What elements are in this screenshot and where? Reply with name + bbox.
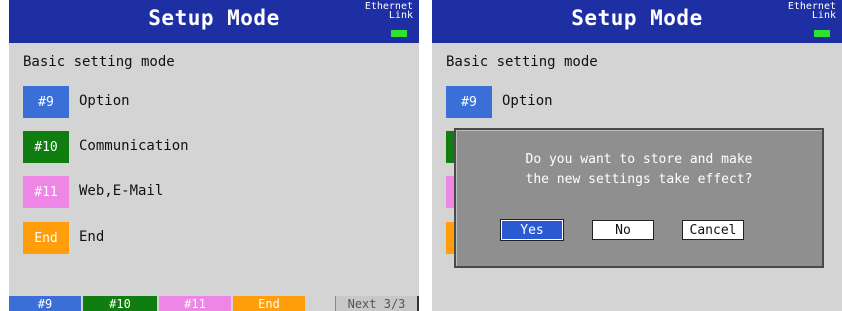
softkey-end[interactable]: End bbox=[233, 296, 305, 311]
menu-label-end: End bbox=[79, 229, 105, 245]
setup-screen-menu: Setup Mode Ethernet Link Basic setting m… bbox=[9, 0, 419, 311]
dialog-message-line1: Do you want to store and make bbox=[525, 152, 753, 167]
menu-item-web-email[interactable]: #11 Web,E-Mail bbox=[23, 176, 363, 208]
no-button[interactable]: No bbox=[592, 220, 654, 240]
softkey-11[interactable]: #11 bbox=[159, 296, 231, 311]
title-bar: Setup Mode Ethernet Link bbox=[432, 0, 842, 43]
mode-label: Basic setting mode bbox=[446, 54, 598, 70]
menu-label-web-email: Web,E-Mail bbox=[79, 183, 164, 199]
link-led-icon bbox=[814, 30, 830, 37]
page-title: Setup Mode bbox=[571, 6, 703, 30]
dialog-message-line2: the new settings take effect? bbox=[525, 172, 753, 187]
setup-screen-confirm: Setup Mode Ethernet Link Basic setting m… bbox=[432, 0, 842, 311]
menu-item-end[interactable]: End End bbox=[23, 222, 363, 254]
menu-tag-10: #10 bbox=[23, 131, 69, 163]
ethernet-status: Ethernet Link bbox=[365, 2, 413, 21]
menu-item-option[interactable]: #9 Option bbox=[23, 86, 363, 118]
ethernet-status: Ethernet Link bbox=[788, 2, 836, 21]
cancel-button[interactable]: Cancel bbox=[682, 220, 744, 240]
softkey-next[interactable]: Next 3/3 bbox=[335, 296, 419, 311]
menu-tag-11: #11 bbox=[23, 176, 69, 208]
menu-tag-9: #9 bbox=[23, 86, 69, 118]
title-bar: Setup Mode Ethernet Link bbox=[9, 0, 419, 43]
page-title: Setup Mode bbox=[148, 6, 280, 30]
link-label: Link bbox=[388, 10, 413, 21]
menu-label-option: Option bbox=[502, 93, 553, 109]
menu-tag-9: #9 bbox=[446, 86, 492, 118]
mode-label: Basic setting mode bbox=[23, 54, 175, 70]
softkey-bar: #9 #10 #11 End Next 3/3 bbox=[9, 296, 419, 311]
link-label: Link bbox=[811, 10, 836, 21]
menu-label-option: Option bbox=[79, 93, 130, 109]
confirm-dialog: Do you want to store and make the new se… bbox=[454, 128, 824, 268]
menu-item-communication[interactable]: #10 Communication bbox=[23, 131, 363, 163]
menu-label-communication: Communication bbox=[79, 138, 189, 154]
menu-item-option[interactable]: #9 Option bbox=[446, 86, 786, 118]
softkey-10[interactable]: #10 bbox=[83, 296, 157, 311]
link-led-icon bbox=[391, 30, 407, 37]
softkey-9[interactable]: #9 bbox=[9, 296, 81, 311]
yes-button[interactable]: Yes bbox=[500, 219, 564, 241]
menu-tag-end: End bbox=[23, 222, 69, 254]
